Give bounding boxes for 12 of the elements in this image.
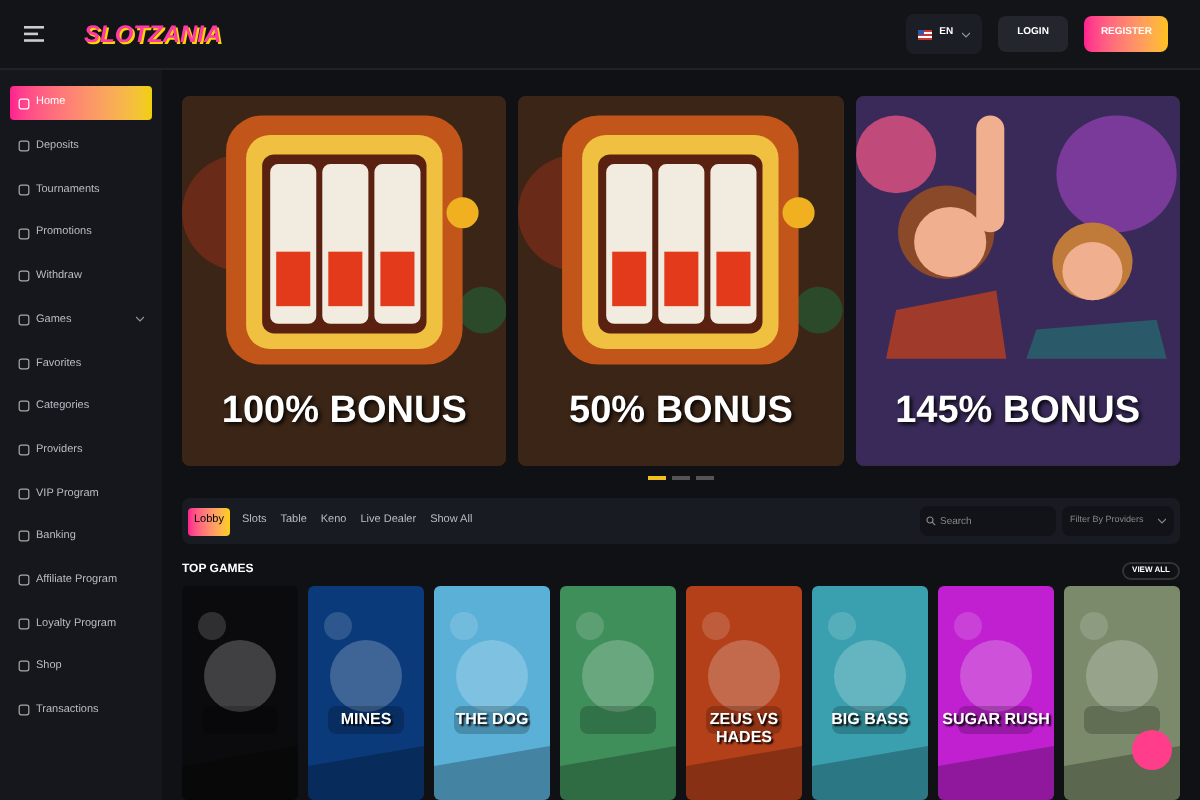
game-title: SUGAR RUSH [940,709,1052,728]
promo-banner[interactable]: 100% BONUS [182,96,507,466]
logo[interactable]: SLOTZANIA [84,16,222,52]
game-title: BIG BASS [829,709,911,728]
game-title: ZEUS VS HADES [707,709,781,746]
banner-title: 145% BONUS [893,388,1143,437]
promo-banner[interactable]: 50% BONUS [518,96,844,466]
game-title: MINES [338,709,394,728]
banner-title: 100% BONUS [219,388,469,437]
promo-banner[interactable]: 145% BONUS [855,96,1180,466]
banner-title: 50% BONUS [567,388,795,437]
game-title: THE DOG [453,709,531,728]
